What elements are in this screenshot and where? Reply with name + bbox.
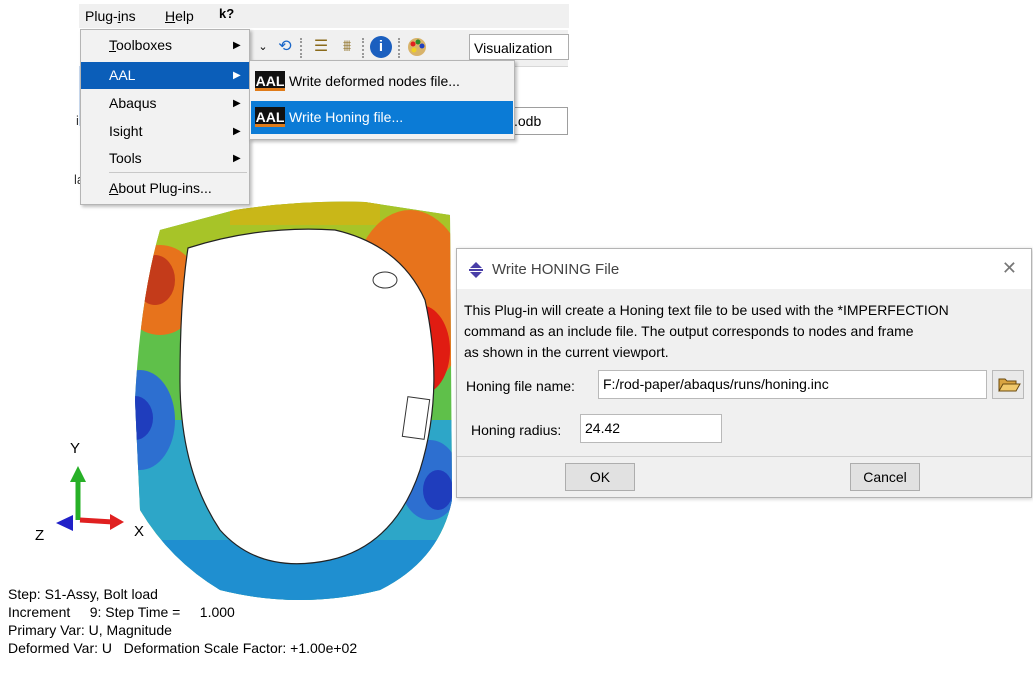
legend-primary-var: Primary Var: U, Magnitude	[8, 622, 172, 638]
menu-item-label: AAL	[109, 67, 136, 83]
dialog-titlebar[interactable]: Write HONING File ✕	[457, 249, 1031, 289]
menu-item-isight[interactable]: Isight ▶	[81, 118, 249, 145]
browse-folder-button[interactable]	[992, 370, 1024, 399]
chevron-down-icon[interactable]: ⌄	[252, 36, 274, 58]
menubar: Plug-ins Help k?	[79, 4, 569, 28]
refresh-icon[interactable]: ⟲	[274, 36, 296, 58]
write-honing-dialog: Write HONING File ✕ This Plug-in will cr…	[456, 248, 1032, 498]
menu-item-label: About Plug-ins...	[109, 180, 212, 196]
dialog-title: Write HONING File	[492, 261, 620, 278]
legend-increment: Increment 9: Step Time = 1.000	[8, 604, 235, 620]
menu-item-write-deformed-nodes[interactable]: AAL Write deformed nodes file...	[251, 65, 513, 98]
honing-radius-label: Honing radius:	[471, 422, 562, 438]
menu-item-label: Isight	[109, 123, 143, 139]
menu-item-label: Tools	[109, 150, 142, 166]
plugins-dropdown-menu: Toolboxes ▶ AAL ▶ Abaqus ▶ Isight ▶ Tool…	[80, 29, 250, 205]
menu-item-abaqus[interactable]: Abaqus ▶	[81, 90, 249, 117]
honing-file-label: Honing file name:	[466, 378, 575, 394]
frame-icon[interactable]: ⩩	[336, 36, 358, 58]
menu-item-label: Abaqus	[109, 95, 157, 111]
toolbar-separator	[362, 38, 365, 58]
menu-item-tools[interactable]: Tools ▶	[81, 145, 249, 172]
menu-item-toolboxes[interactable]: Toolboxes ▶	[81, 32, 249, 59]
description-line: as shown in the current viewport.	[464, 344, 669, 360]
submenu-arrow-icon: ▶	[233, 153, 241, 164]
open-folder-icon	[998, 378, 1021, 392]
palette-icon[interactable]	[406, 36, 428, 58]
aal-submenu: AAL Write deformed nodes file... AAL Wri…	[249, 60, 515, 140]
dialog-divider	[457, 456, 1031, 457]
menu-item-write-honing[interactable]: AAL Write Honing file...	[251, 101, 513, 134]
submenu-arrow-icon: ▶	[233, 98, 241, 109]
honing-radius-input[interactable]: 24.42	[580, 414, 722, 443]
aal-logo-icon: AAL	[255, 71, 285, 91]
menu-item-label: Write deformed nodes file...	[289, 73, 460, 89]
info-icon[interactable]: i	[370, 36, 392, 58]
honing-file-input[interactable]: F:/rod-paper/abaqus/runs/honing.inc	[598, 370, 987, 399]
module-combo[interactable]: Visualization	[469, 34, 569, 60]
close-icon[interactable]: ✕	[1002, 258, 1017, 279]
menu-plugins[interactable]: Plug-ins	[85, 8, 136, 24]
menu-help[interactable]: Help	[165, 8, 194, 24]
legend-step: Step: S1-Assy, Bolt load	[8, 586, 158, 602]
ok-button[interactable]: OK	[565, 463, 635, 491]
whats-this-icon[interactable]: k?	[219, 6, 234, 21]
submenu-arrow-icon: ▶	[233, 126, 241, 137]
abaqus-app-icon	[469, 262, 483, 278]
cancel-button[interactable]: Cancel	[850, 463, 920, 491]
menu-item-label: Write Honing file...	[289, 109, 404, 125]
description-line: This Plug-in will create a Honing text f…	[464, 302, 949, 318]
triad-y-label: Y	[70, 440, 81, 457]
legend-deformed-var: Deformed Var: U Deformation Scale Factor…	[8, 640, 358, 656]
toolbar-separator	[398, 38, 401, 58]
description-line: command as an include file. The output c…	[464, 323, 914, 339]
toolbar-separator	[300, 38, 303, 58]
aal-logo-icon: AAL	[255, 107, 285, 127]
ladder-icon[interactable]: ☰	[310, 36, 332, 58]
menu-item-about-plugins[interactable]: About Plug-ins...	[81, 175, 249, 202]
odb-path-field[interactable]: .odb	[510, 107, 568, 135]
submenu-arrow-icon: ▶	[233, 70, 241, 81]
menu-item-label: Toolboxes	[109, 37, 173, 53]
menu-separator	[109, 172, 247, 173]
submenu-arrow-icon: ▶	[233, 40, 241, 51]
triad-x-label: X	[134, 523, 145, 540]
dialog-description: This Plug-in will create a Honing text f…	[464, 300, 1024, 363]
menu-item-aal[interactable]: AAL ▶	[81, 62, 249, 89]
triad-z-label: Z	[35, 527, 45, 544]
